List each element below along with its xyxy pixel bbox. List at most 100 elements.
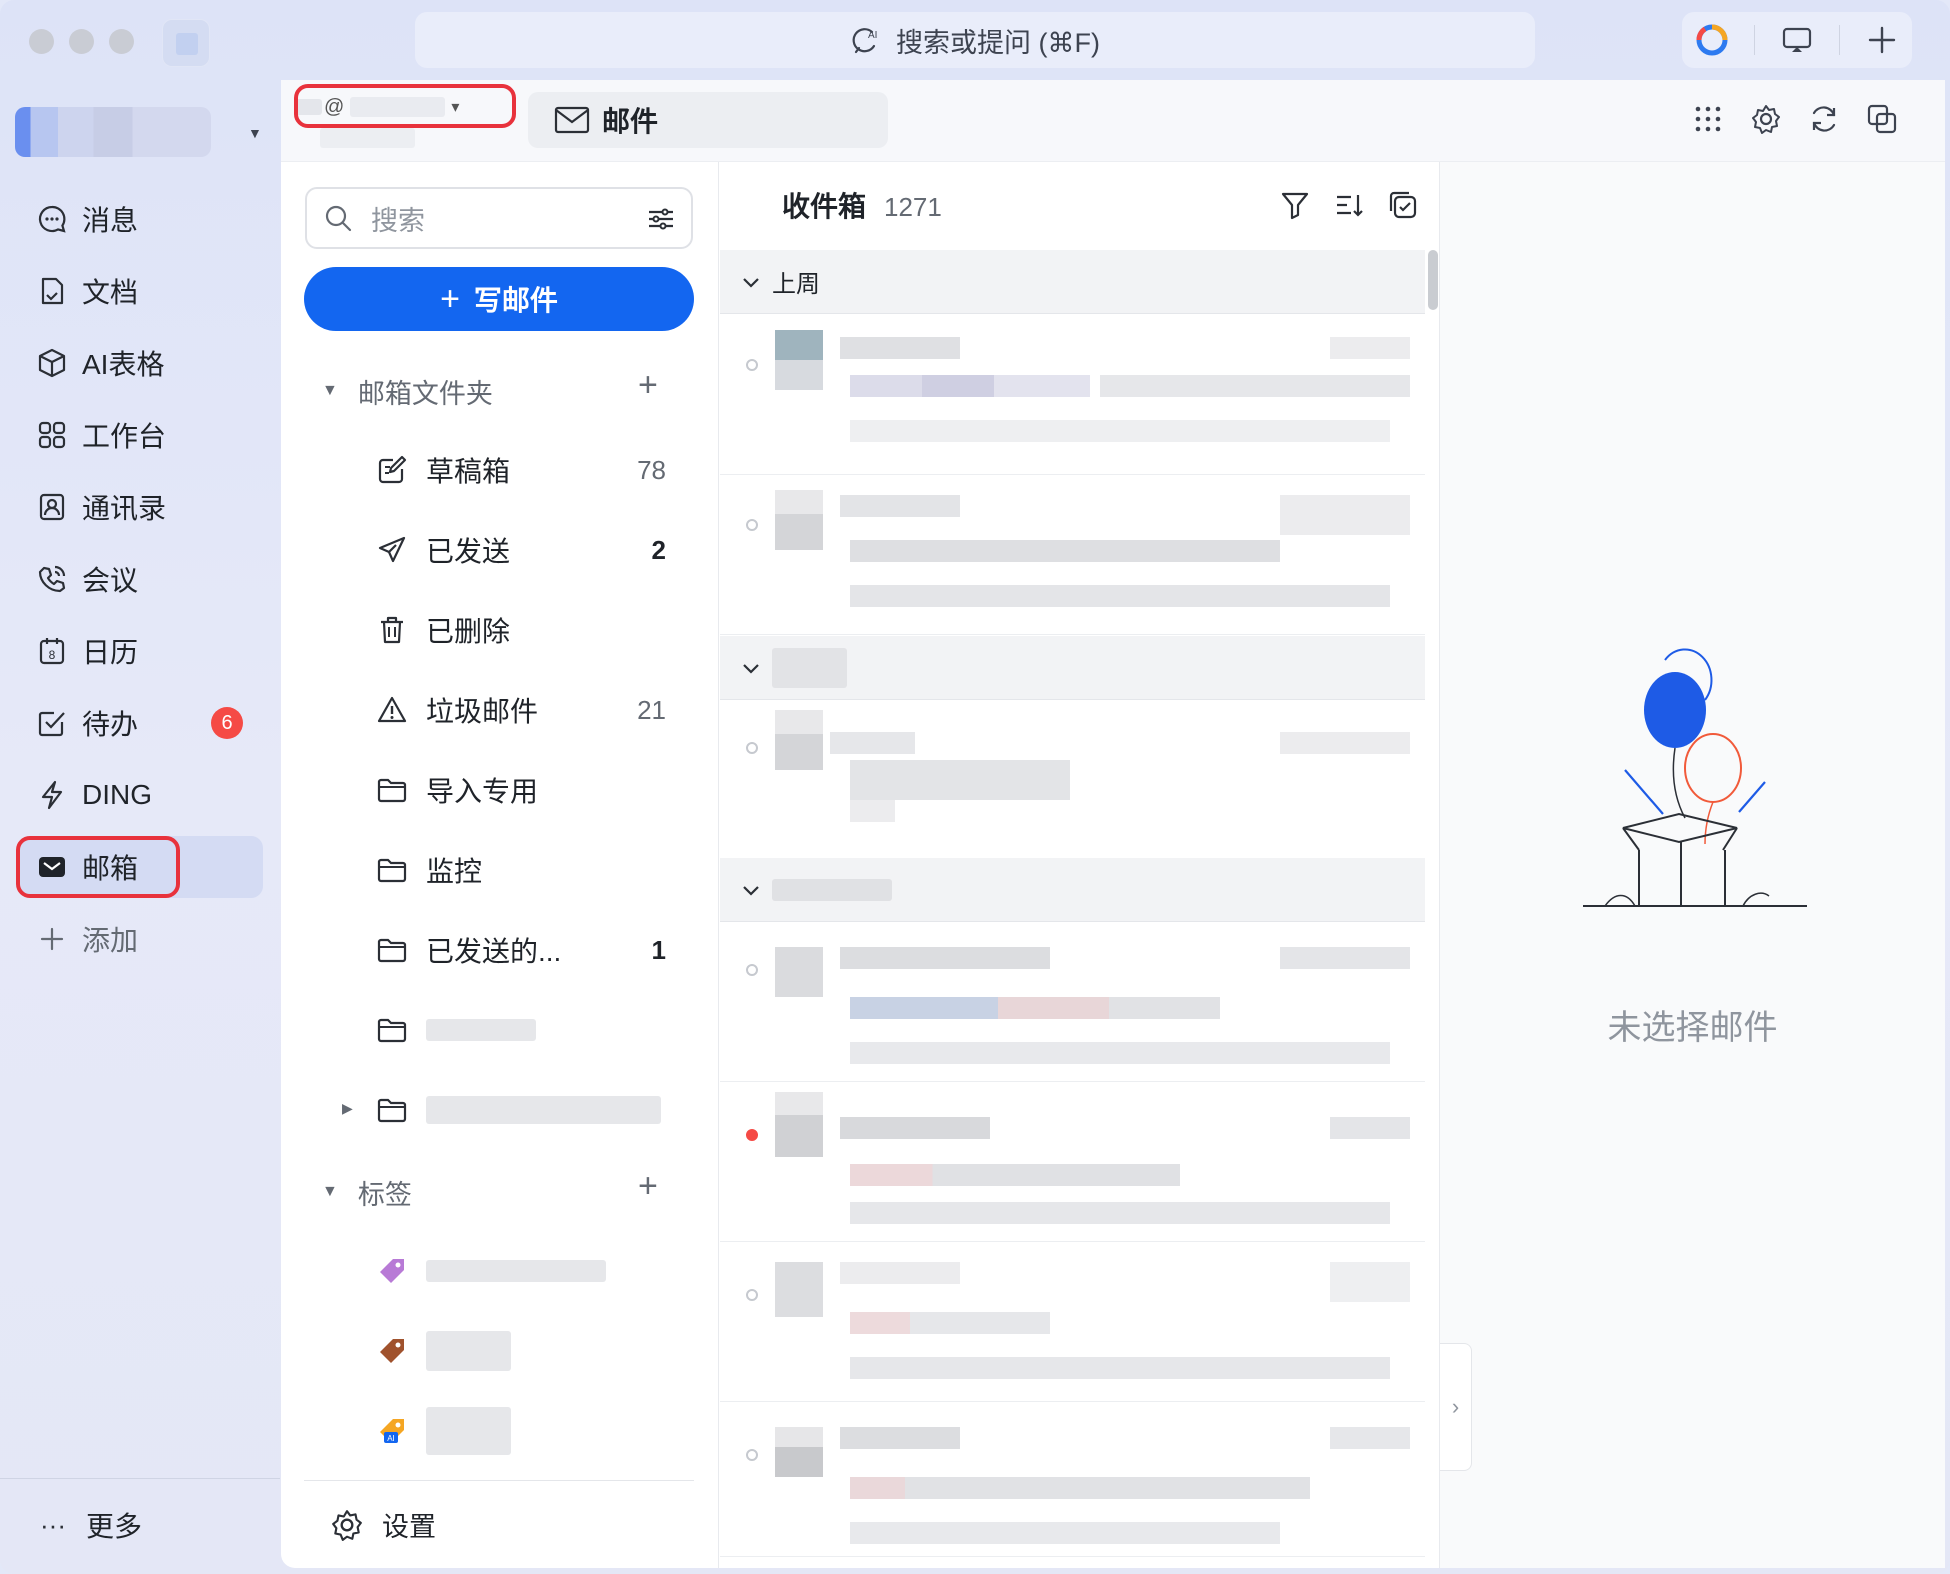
nav-item-contacts[interactable]: 通讯录	[18, 476, 263, 538]
add-tag-button[interactable]: +	[638, 1167, 658, 1206]
folder-count: 21	[637, 694, 666, 725]
nav-item-docs[interactable]: 文档	[18, 260, 263, 322]
tab-mail[interactable]: 邮件	[528, 92, 888, 148]
nav-item-workbench[interactable]: 工作台	[18, 404, 263, 466]
minimize-window-button[interactable]	[69, 29, 94, 54]
tag-ai-icon: AI	[380, 1419, 404, 1443]
tag-item[interactable]	[376, 1246, 676, 1296]
read-status-dot[interactable]	[746, 964, 758, 976]
filter-settings-icon[interactable]	[647, 205, 675, 233]
tag-purple-icon	[380, 1259, 404, 1283]
mail-settings-button[interactable]: 设置	[330, 1505, 436, 1544]
folder-monitor[interactable]: 监控	[376, 845, 676, 895]
folders-section-header[interactable]: ▼ 邮箱文件夹	[322, 371, 493, 411]
read-status-dot[interactable]	[746, 519, 758, 531]
tag-item[interactable]: AI	[376, 1406, 676, 1456]
compose-button[interactable]: + 写邮件	[304, 267, 694, 331]
unread-status-dot[interactable]	[746, 1129, 758, 1141]
nav-item-ai-table[interactable]: AI表格	[18, 332, 263, 394]
read-status-dot[interactable]	[746, 742, 758, 754]
folder-label: 已发送的...	[426, 936, 562, 967]
group-header-redacted[interactable]	[720, 636, 1425, 700]
folder-import[interactable]: 导入专用	[376, 765, 676, 815]
group-header-last-week[interactable]: 上周	[720, 250, 1425, 314]
popout-window-icon[interactable]	[1864, 101, 1900, 137]
folder-deleted[interactable]: 已删除	[376, 605, 676, 655]
mail-list-scrollbar[interactable]	[1428, 250, 1438, 310]
subject-blur	[850, 375, 1090, 397]
ai-assistant-icon[interactable]	[1693, 21, 1731, 59]
sort-icon[interactable]	[1332, 188, 1366, 222]
avatar-blur	[775, 947, 823, 997]
folder-label: 已发送	[426, 536, 511, 567]
filter-funnel-icon[interactable]	[1278, 188, 1312, 222]
mail-row[interactable]	[720, 700, 1425, 860]
mail-search-input[interactable]: 搜索	[305, 187, 693, 249]
group-header-redacted[interactable]	[720, 858, 1425, 922]
workspace-switcher[interactable]	[15, 107, 211, 157]
folder-label: 导入专用	[426, 776, 539, 807]
inbox-count: 1271	[884, 192, 942, 222]
app-window: AI 搜索或提问 (⌘F) ▼ 消息 文档 AI表格 工作台 通讯录 会议 8 …	[0, 0, 1950, 1574]
mail-row[interactable]	[720, 1242, 1425, 1402]
mail-row[interactable]	[720, 922, 1425, 1082]
inbox-header: 收件箱 1271	[782, 185, 942, 225]
tag-brown-icon	[380, 1339, 404, 1363]
date-blur	[1280, 495, 1410, 535]
expand-triangle-icon[interactable]: ▶	[342, 1100, 353, 1117]
refresh-icon[interactable]	[1806, 101, 1842, 137]
add-folder-button[interactable]: +	[638, 366, 658, 405]
read-status-dot[interactable]	[746, 359, 758, 371]
more-label: 更多	[85, 1511, 142, 1542]
zoom-window-button[interactable]	[109, 29, 134, 54]
sender-blur	[840, 495, 960, 517]
mail-row[interactable]	[720, 1402, 1425, 1557]
screen-cast-icon[interactable]	[1778, 21, 1816, 59]
read-status-dot[interactable]	[746, 1289, 758, 1301]
folder-sent[interactable]: 已发送 2	[376, 525, 676, 575]
multi-select-icon[interactable]	[1386, 188, 1420, 222]
mail-row[interactable]	[720, 475, 1425, 635]
mail-row-unread[interactable]	[720, 1082, 1425, 1242]
mail-nav-highlight	[16, 836, 180, 898]
nav-item-add[interactable]: 添加	[18, 908, 263, 970]
tag-item[interactable]	[376, 1326, 676, 1376]
folder-redacted[interactable]	[376, 1005, 676, 1055]
tags-section-header[interactable]: ▼ 标签	[322, 1172, 412, 1212]
nav-item-meeting[interactable]: 会议	[18, 548, 263, 610]
nav-item-calendar[interactable]: 8 日历	[18, 620, 263, 682]
more-dots-icon: ···	[40, 1509, 66, 1540]
workbench-icon	[38, 421, 66, 449]
read-status-dot[interactable]	[746, 1449, 758, 1461]
nav-item-todo[interactable]: 待办 6	[18, 692, 263, 754]
mail-row[interactable]	[720, 315, 1425, 475]
more-button[interactable]: ··· 更多	[40, 1505, 142, 1545]
preview-blur	[850, 1202, 1390, 1224]
todo-count-badge: 6	[211, 707, 243, 739]
close-window-button[interactable]	[29, 29, 54, 54]
search-icon	[325, 205, 352, 232]
folder-label: 垃圾邮件	[426, 696, 539, 727]
subject-blur	[850, 1312, 1050, 1334]
gear-icon[interactable]	[1748, 101, 1784, 137]
tags-section-label: 标签	[357, 1179, 412, 1210]
trash-icon	[381, 616, 403, 644]
nav-item-ding[interactable]: DING	[18, 764, 263, 826]
collapse-panel-button[interactable]: ›	[1440, 1343, 1472, 1471]
nav-label: 通讯录	[82, 493, 167, 524]
new-plus-icon[interactable]	[1863, 21, 1901, 59]
apps-grid-icon[interactable]	[1690, 101, 1726, 137]
folder-sent-archive[interactable]: 已发送的... 1	[376, 925, 676, 975]
settings-label: 设置	[382, 1512, 436, 1542]
folder-redacted-parent[interactable]	[376, 1085, 676, 1135]
folder-label: 草稿箱	[426, 456, 511, 487]
nav-item-messages[interactable]: 消息	[18, 188, 263, 250]
workspace-caret-icon[interactable]: ▼	[248, 125, 262, 141]
folder-spam[interactable]: 垃圾邮件 21	[376, 685, 676, 735]
nav-label: 日历	[82, 637, 139, 668]
envelope-icon	[554, 106, 590, 134]
folder-drafts[interactable]: 草稿箱 78	[376, 445, 676, 495]
global-search-bar[interactable]: AI 搜索或提问 (⌘F)	[415, 12, 1535, 68]
avatar-blur	[775, 1427, 823, 1477]
tag-ai-text: AI	[387, 1434, 395, 1443]
